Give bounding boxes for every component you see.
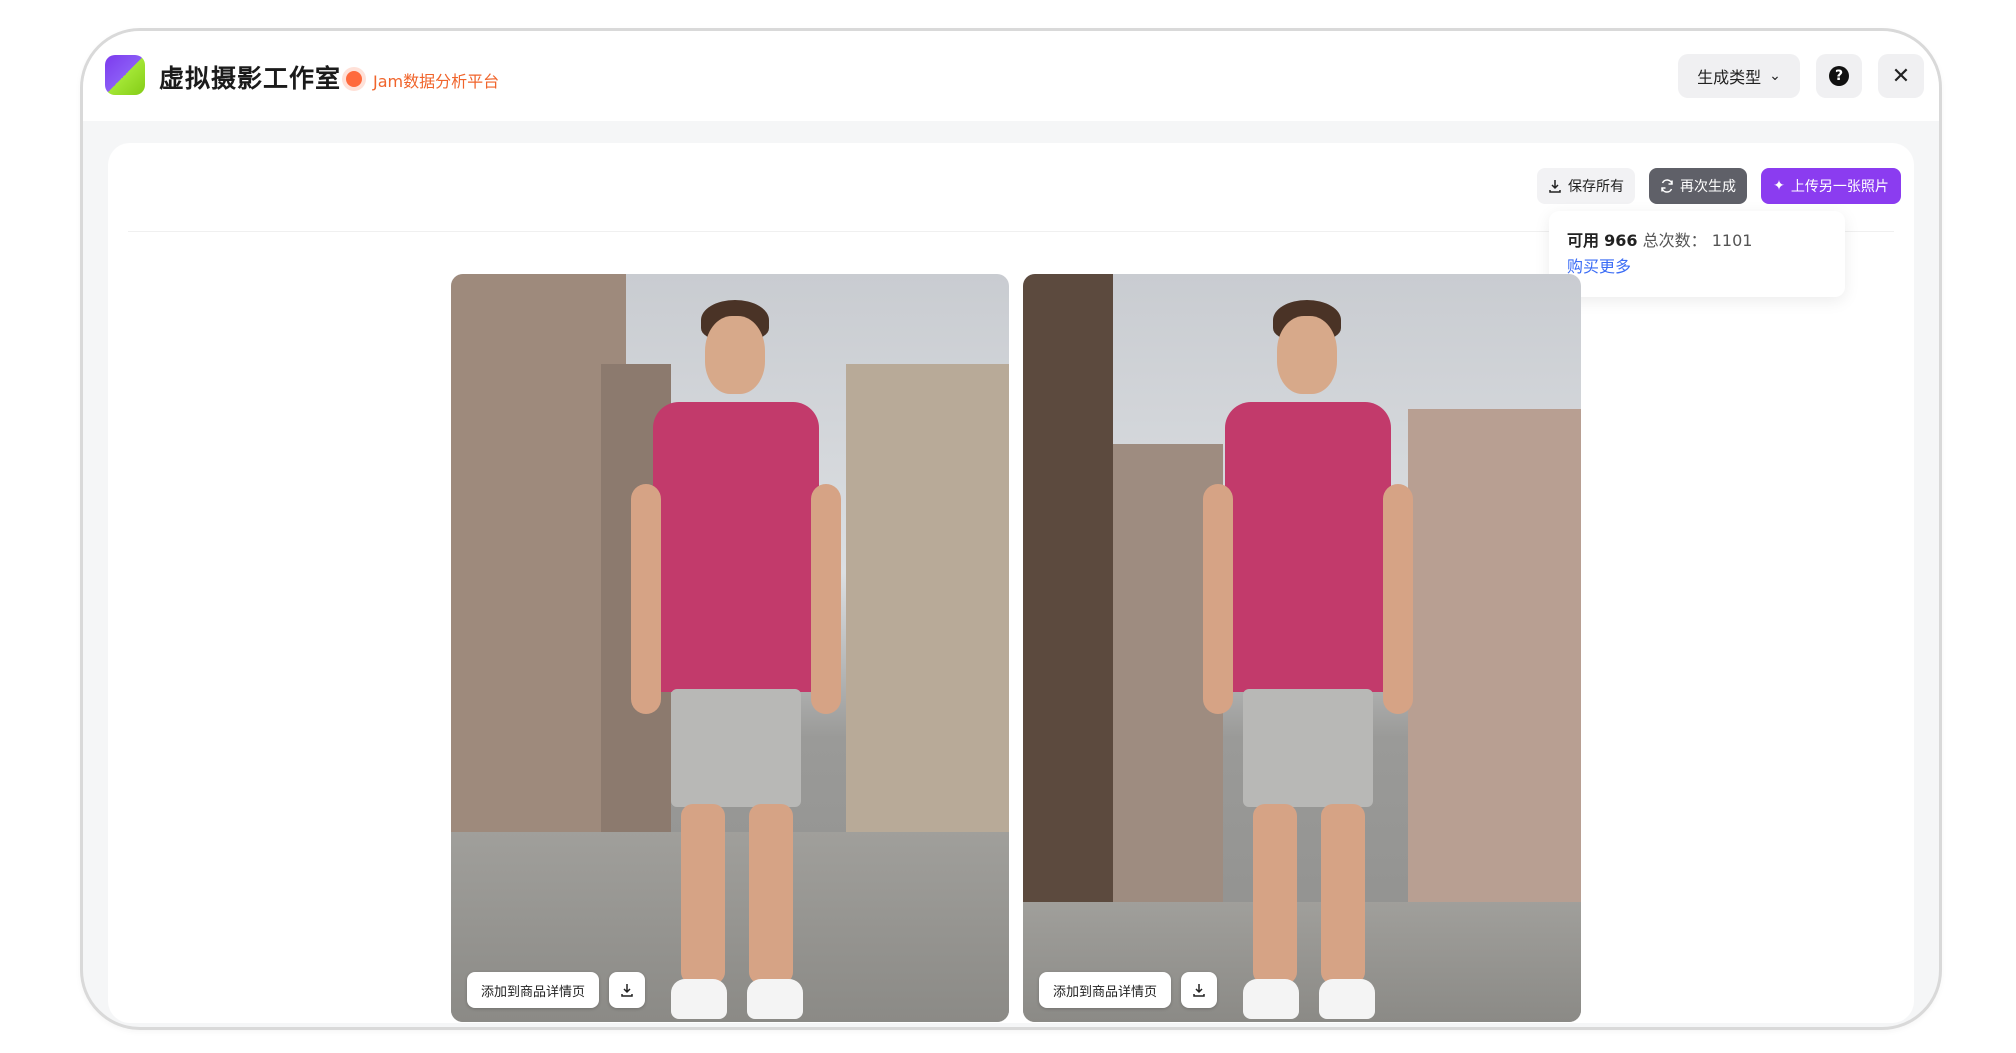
app-window: 虚拟摄影工作室 Jam数据分析平台 生成类型 ⌄ ? ✕ 保存所有 再次生成 ✦…: [80, 28, 1942, 1030]
refresh-icon: [1661, 179, 1673, 193]
total-label: 总次数：: [1642, 231, 1707, 250]
download-button[interactable]: [1181, 972, 1217, 1008]
download-icon: [1193, 984, 1205, 997]
save-all-button[interactable]: 保存所有: [1537, 168, 1635, 204]
close-icon: ✕: [1891, 63, 1911, 89]
add-to-product-detail-button[interactable]: 添加到商品详情页: [1039, 972, 1171, 1008]
credits-line: 可用 966 总次数： 1101: [1567, 227, 1827, 251]
top-bar: 虚拟摄影工作室 Jam数据分析平台 生成类型 ⌄ ? ✕: [83, 31, 1939, 121]
upload-another-photo-button[interactable]: ✦ 上传另一张照片: [1761, 168, 1901, 204]
generation-type-label: 生成类型: [1697, 68, 1762, 87]
app-logo-icon: [105, 55, 145, 95]
generated-photo-2[interactable]: 添加到商品详情页: [1023, 274, 1581, 1022]
brand-label: Jam数据分析平台: [373, 72, 500, 91]
upload-another-label: 上传另一张照片: [1790, 179, 1889, 195]
total-count: 1101: [1711, 231, 1753, 250]
model-figure: [631, 294, 841, 1022]
download-icon: [1549, 180, 1561, 193]
close-button[interactable]: ✕: [1878, 54, 1924, 98]
app-title: 虚拟摄影工作室: [159, 64, 342, 93]
sparkle-icon: ✦: [1773, 178, 1785, 194]
available-count: 966: [1604, 231, 1638, 250]
results-panel: 保存所有 再次生成 ✦ 上传另一张照片 可用 966 总次数： 1101 购买更…: [108, 143, 1914, 1023]
model-figure: [1203, 294, 1413, 1022]
generated-photo-1[interactable]: 添加到商品详情页: [451, 274, 1009, 1022]
available-label: 可用: [1567, 231, 1600, 250]
regenerate-button[interactable]: 再次生成: [1649, 168, 1747, 204]
credits-popover: 可用 966 总次数： 1101 购买更多: [1549, 211, 1845, 297]
save-all-label: 保存所有: [1568, 179, 1624, 195]
chevron-down-icon: ⌄: [1769, 68, 1781, 84]
building-right: [1408, 409, 1581, 954]
download-icon: [621, 984, 633, 997]
building-right: [846, 364, 1009, 834]
buy-more-link[interactable]: 购买更多: [1567, 253, 1827, 277]
add-to-product-detail-button[interactable]: 添加到商品详情页: [467, 972, 599, 1008]
generation-type-dropdown[interactable]: 生成类型 ⌄: [1678, 54, 1800, 98]
help-button[interactable]: ?: [1816, 54, 1862, 98]
building-left: [451, 274, 626, 834]
building-left: [1023, 274, 1113, 954]
question-circle-icon: ?: [1829, 66, 1849, 86]
regenerate-label: 再次生成: [1680, 179, 1736, 195]
download-button[interactable]: [609, 972, 645, 1008]
brand-dot-icon: [346, 71, 362, 87]
